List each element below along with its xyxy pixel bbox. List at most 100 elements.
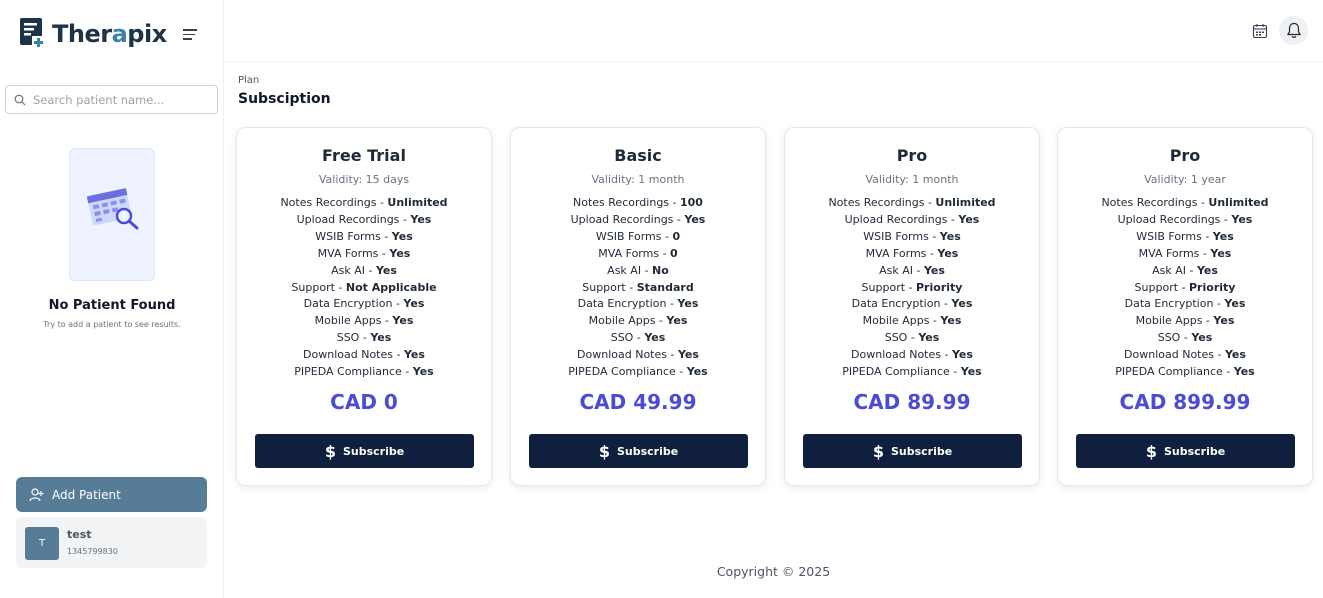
- feature-label: WSIB Forms: [863, 229, 929, 243]
- plan-name: Pro: [896, 146, 928, 165]
- subscribe-button[interactable]: $ Subscribe: [803, 434, 1022, 468]
- feature-item: WSIB Forms - 0: [595, 229, 681, 243]
- feature-item: PIPEDA Compliance - Yes: [842, 365, 982, 379]
- feature-value: Yes: [1191, 331, 1213, 345]
- feature-value: Yes: [389, 246, 411, 260]
- user-plus-icon: [29, 487, 44, 501]
- feature-label: SSO: [610, 331, 634, 345]
- feature-label: MVA Forms: [317, 246, 379, 260]
- feature-label: Mobile Apps: [314, 314, 382, 328]
- dollar-icon: $: [1145, 441, 1157, 461]
- plan-validity: Validity: 15 days: [318, 173, 410, 186]
- menu-icon[interactable]: [183, 29, 197, 41]
- feature-item: Ask AI - Yes: [1152, 263, 1218, 277]
- feature-label: Ask AI: [879, 263, 913, 277]
- feature-value: Yes: [677, 348, 699, 362]
- search-icon: [14, 94, 26, 105]
- plan-price: CAD 49.99: [579, 390, 697, 414]
- feature-item: SSO - Yes: [610, 331, 666, 345]
- feature-label: Upload Recordings: [296, 212, 400, 226]
- feature-item: Notes Recordings - 100: [573, 196, 703, 209]
- search-box: [5, 85, 218, 114]
- feature-label: SSO: [1157, 331, 1181, 345]
- feature-value: Yes: [923, 263, 945, 277]
- plan-features: Notes Recordings - 100 Upload Recordings …: [511, 195, 765, 381]
- avatar: T: [25, 527, 59, 560]
- subscribe-button[interactable]: $ Subscribe: [529, 434, 748, 468]
- feature-value: Yes: [410, 212, 432, 226]
- feature-label: Notes Recordings: [1101, 196, 1198, 209]
- feature-label: Upload Recordings: [1117, 212, 1221, 226]
- plan-features: Notes Recordings - Unlimited Upload Recor…: [1058, 195, 1312, 381]
- feature-value: Yes: [370, 331, 392, 345]
- feature-value: Standard: [636, 280, 694, 294]
- feature-value: Unlimited: [387, 196, 448, 209]
- plan-name: Pro: [1169, 146, 1201, 165]
- plan-validity: Validity: 1 month: [591, 173, 685, 186]
- feature-value: Yes: [951, 348, 973, 362]
- feature-item: Notes Recordings - Unlimited: [280, 196, 448, 209]
- feature-value: Yes: [392, 314, 414, 328]
- subscribe-button[interactable]: $ Subscribe: [1076, 434, 1295, 468]
- feature-item: Download Notes - Yes: [577, 348, 699, 362]
- feature-label: Data Encryption: [1124, 297, 1214, 311]
- feature-item: Support - Priority: [1134, 280, 1236, 294]
- feature-item: PIPEDA Compliance - Yes: [294, 365, 434, 379]
- feature-item: SSO - Yes: [336, 331, 392, 345]
- feature-item: Download Notes - Yes: [303, 348, 425, 362]
- feature-label: WSIB Forms: [315, 229, 381, 243]
- feature-value: Yes: [375, 263, 397, 277]
- feature-label: Notes Recordings: [828, 196, 925, 209]
- feature-item: PIPEDA Compliance - Yes: [568, 365, 708, 379]
- feature-item: Notes Recordings - Unlimited: [1101, 196, 1269, 209]
- feature-label: MVA Forms: [865, 246, 927, 260]
- brand[interactable]: Therapix: [20, 18, 167, 50]
- feature-label: Download Notes: [303, 348, 393, 362]
- feature-item: Mobile Apps - Yes: [588, 314, 688, 328]
- feature-label: Download Notes: [851, 348, 941, 362]
- feature-label: MVA Forms: [598, 246, 660, 260]
- feature-item: MVA Forms - Yes: [865, 246, 959, 260]
- feature-value: Yes: [412, 365, 434, 379]
- feature-item: MVA Forms - 0: [598, 246, 678, 260]
- feature-label: Support: [291, 280, 335, 294]
- feature-label: Support: [582, 280, 626, 294]
- plan-features: Notes Recordings - Unlimited Upload Recor…: [237, 195, 491, 381]
- plan-validity: Validity: 1 year: [1144, 173, 1226, 186]
- dollar-icon: $: [872, 441, 884, 461]
- feature-label: Mobile Apps: [588, 314, 656, 328]
- feature-value: Yes: [666, 314, 688, 328]
- feature-value: Yes: [686, 365, 708, 379]
- feature-item: Ask AI - No: [607, 263, 669, 277]
- feature-value: Yes: [644, 331, 666, 345]
- feature-value: Yes: [1196, 263, 1218, 277]
- feature-value: Yes: [939, 229, 961, 243]
- search-input[interactable]: [33, 92, 203, 107]
- feature-value: Yes: [960, 365, 982, 379]
- plan-card: Free Trial Validity: 15 days Notes Recor…: [236, 127, 492, 486]
- add-patient-button[interactable]: Add Patient: [16, 477, 207, 512]
- feature-label: PIPEDA Compliance: [294, 365, 402, 379]
- calendar-icon[interactable]: [1252, 23, 1268, 39]
- feature-value: Yes: [1212, 229, 1234, 243]
- feature-label: Ask AI: [331, 263, 365, 277]
- plan-price: CAD 0: [330, 390, 398, 414]
- patient-list-item[interactable]: T test 1345799830: [16, 517, 207, 568]
- feature-value: Priority: [1189, 280, 1236, 294]
- empty-subtitle: Try to add a patient to see results.: [43, 320, 181, 329]
- breadcrumb[interactable]: Plan: [238, 75, 259, 86]
- feature-label: PIPEDA Compliance: [568, 365, 676, 379]
- feature-value: Yes: [1210, 246, 1232, 260]
- feature-item: Ask AI - Yes: [331, 263, 397, 277]
- page-title: Subsciption: [238, 91, 331, 107]
- subscribe-button[interactable]: $ Subscribe: [255, 434, 474, 468]
- feature-item: WSIB Forms - Yes: [863, 229, 961, 243]
- feature-label: Upload Recordings: [844, 212, 948, 226]
- empty-illustration: [69, 148, 155, 281]
- feature-label: Notes Recordings: [573, 196, 670, 209]
- add-patient-label: Add Patient: [52, 487, 121, 502]
- feature-value: Priority: [916, 280, 963, 294]
- feature-item: Download Notes - Yes: [1124, 348, 1246, 362]
- notifications-button[interactable]: [1279, 16, 1308, 45]
- feature-item: Support - Priority: [861, 280, 963, 294]
